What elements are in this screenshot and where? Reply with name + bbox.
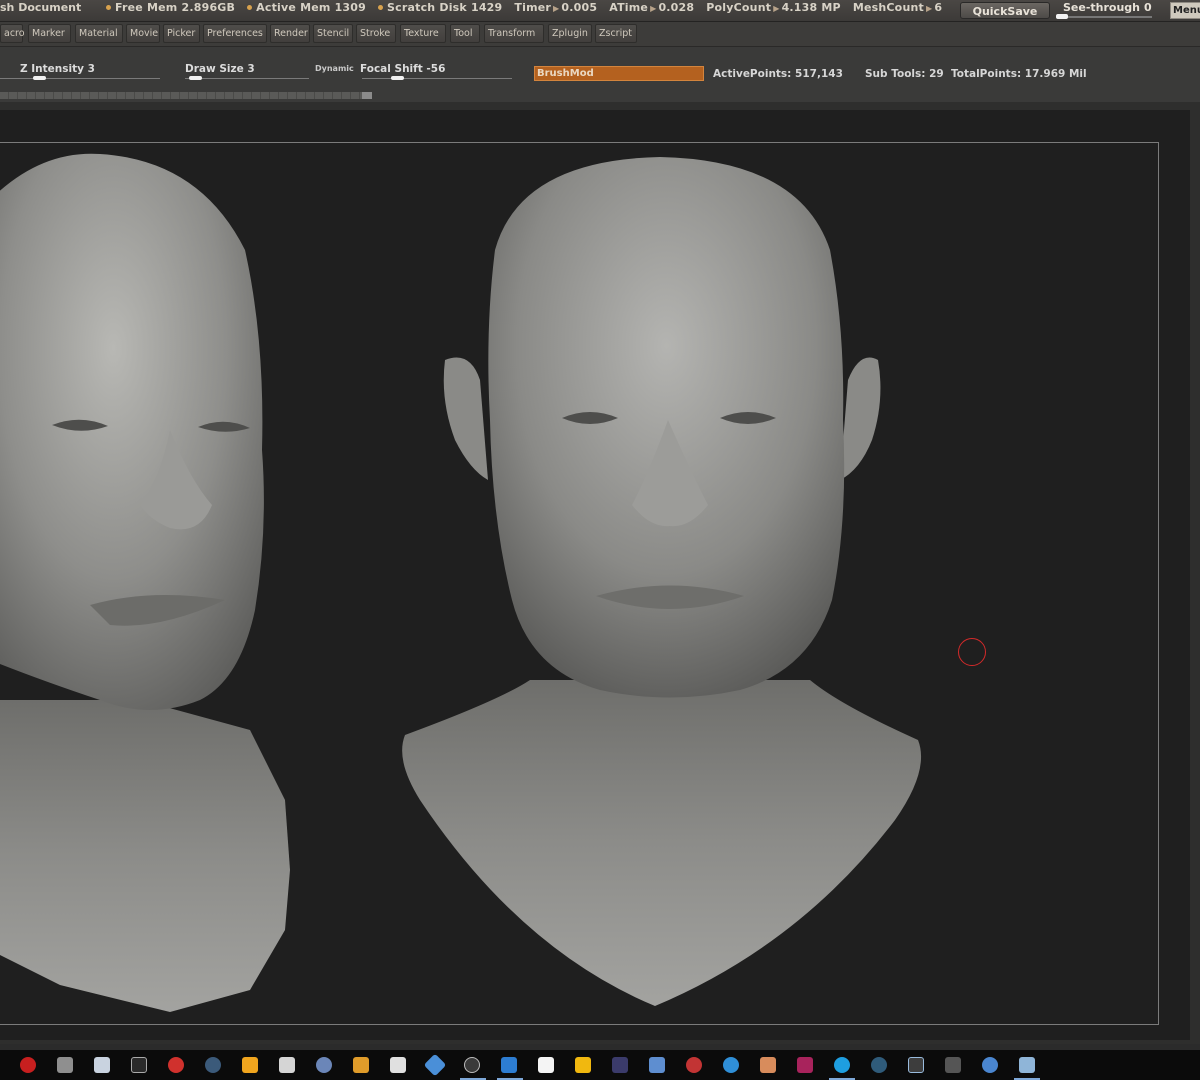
document-title: sh Document bbox=[0, 1, 82, 14]
menu-transform[interactable]: Transform bbox=[484, 24, 544, 43]
after-effects-icon[interactable] bbox=[612, 1057, 628, 1073]
tool-icon[interactable] bbox=[131, 1057, 147, 1073]
z-intensity-track bbox=[0, 78, 160, 79]
microphone-icon[interactable] bbox=[279, 1057, 295, 1073]
left-neck bbox=[0, 700, 290, 1012]
draw-size-label: Draw Size 3 bbox=[185, 63, 255, 75]
unity-icon[interactable] bbox=[390, 1057, 406, 1073]
focal-shift-label: Focal Shift -56 bbox=[360, 63, 446, 75]
menu-stencil[interactable]: Stencil bbox=[313, 24, 353, 43]
left-head bbox=[0, 153, 264, 710]
menu-marker[interactable]: Marker bbox=[28, 24, 71, 43]
active-points: ActivePoints: 517,143 bbox=[713, 68, 843, 80]
obs-icon[interactable] bbox=[464, 1057, 480, 1073]
see-through-knob[interactable] bbox=[1056, 14, 1068, 19]
menu-material[interactable]: Material bbox=[75, 24, 123, 43]
k-icon[interactable] bbox=[538, 1057, 554, 1073]
see-through-label: See-through bbox=[1063, 1, 1141, 14]
total-points: TotalPoints: 17.969 Mil bbox=[951, 68, 1087, 80]
browser-icon[interactable] bbox=[723, 1057, 739, 1073]
see-through-value: 0 bbox=[1144, 1, 1152, 14]
top-shelf: Z Intensity 3 Draw Size 3 Dynamic Focal … bbox=[0, 47, 1200, 102]
see-through-slider[interactable]: See-through 0 bbox=[1056, 1, 1156, 20]
skype-icon[interactable] bbox=[834, 1057, 850, 1073]
progress-bar-end bbox=[362, 92, 372, 99]
chrome-icon[interactable] bbox=[982, 1057, 998, 1073]
steam-icon[interactable] bbox=[205, 1057, 221, 1073]
diamond-icon[interactable] bbox=[423, 1053, 447, 1077]
indesign-icon[interactable] bbox=[797, 1057, 813, 1073]
stat-polycount: PolyCount ▶ 4.138 MP bbox=[706, 1, 841, 14]
taskbar bbox=[0, 1050, 1200, 1080]
lock-icon[interactable] bbox=[242, 1057, 258, 1073]
see-through-track bbox=[1056, 16, 1152, 18]
record-icon[interactable] bbox=[20, 1057, 36, 1073]
menu-picker[interactable]: Picker bbox=[163, 24, 200, 43]
menu-tool[interactable]: Tool bbox=[450, 24, 480, 43]
progress-bar bbox=[0, 92, 372, 99]
center-ear-right bbox=[840, 357, 881, 480]
status-bar: sh Document Free Mem 2.896GB Active Mem … bbox=[0, 0, 1200, 22]
draw-size-knob[interactable] bbox=[189, 76, 202, 80]
center-neck-chest bbox=[402, 680, 922, 1006]
z-intensity-label: Z Intensity 3 bbox=[20, 63, 95, 75]
brush-cursor bbox=[958, 638, 986, 666]
document-icon[interactable] bbox=[94, 1057, 110, 1073]
stat-meshcount: MeshCount ▶ 6 bbox=[852, 1, 943, 14]
flask-icon[interactable] bbox=[649, 1057, 665, 1073]
menu-movie[interactable]: Movie bbox=[126, 24, 160, 43]
stat-free-mem: Free Mem 2.896GB bbox=[106, 1, 235, 14]
menu-stroke[interactable]: Stroke bbox=[356, 24, 396, 43]
memory-stats: Free Mem 2.896GB Active Mem 1309 Scratch… bbox=[106, 1, 950, 14]
stat-scratch-disk: Scratch Disk 1429 bbox=[378, 1, 502, 14]
globe-icon[interactable] bbox=[316, 1057, 332, 1073]
quicksave-button[interactable]: QuickSave bbox=[960, 2, 1050, 19]
stat-timer: Timer ▶ 0.005 bbox=[514, 1, 598, 14]
sculpt-viewport[interactable] bbox=[0, 110, 1190, 1040]
menu-texture[interactable]: Texture bbox=[400, 24, 446, 43]
focal-shift-knob[interactable] bbox=[391, 76, 404, 80]
red-app-2-icon[interactable] bbox=[686, 1057, 702, 1073]
menu-macro[interactable]: acro bbox=[0, 24, 25, 43]
dynamic-toggle[interactable]: Dynamic bbox=[315, 64, 354, 73]
red-app-icon[interactable] bbox=[168, 1057, 184, 1073]
photo-icon[interactable] bbox=[760, 1057, 776, 1073]
picture-icon[interactable] bbox=[1019, 1057, 1035, 1073]
monitor-icon[interactable] bbox=[908, 1057, 924, 1073]
stat-atime: ATime ▶ 0.028 bbox=[609, 1, 695, 14]
vscode-icon[interactable] bbox=[501, 1057, 517, 1073]
head-model-left[interactable] bbox=[0, 153, 290, 1012]
sub-tools-count: Sub Tools: 29 bbox=[865, 68, 944, 80]
stat-active-mem: Active Mem 1309 bbox=[247, 1, 366, 14]
menu-zplugin[interactable]: Zplugin bbox=[548, 24, 592, 43]
center-ear-left bbox=[443, 357, 488, 480]
z-intensity-knob[interactable] bbox=[33, 76, 46, 80]
network-icon[interactable] bbox=[871, 1057, 887, 1073]
menu-button[interactable]: Menu bbox=[1170, 2, 1200, 19]
draw-size-track bbox=[185, 78, 309, 79]
m-icon[interactable] bbox=[575, 1057, 591, 1073]
menu-render[interactable]: Render bbox=[270, 24, 310, 43]
person-icon[interactable] bbox=[57, 1057, 73, 1073]
menu-bar: acro Marker Material Movie Picker Prefer… bbox=[0, 22, 1200, 47]
menu-preferences[interactable]: Preferences bbox=[203, 24, 267, 43]
head-model-center[interactable] bbox=[402, 157, 922, 1006]
brush-name-field[interactable]: BrushMod bbox=[534, 66, 704, 81]
image-editor-icon[interactable] bbox=[353, 1057, 369, 1073]
menu-zscript[interactable]: Zscript bbox=[595, 24, 637, 43]
axis-icon[interactable] bbox=[945, 1057, 961, 1073]
focal-shift-track bbox=[362, 78, 512, 79]
